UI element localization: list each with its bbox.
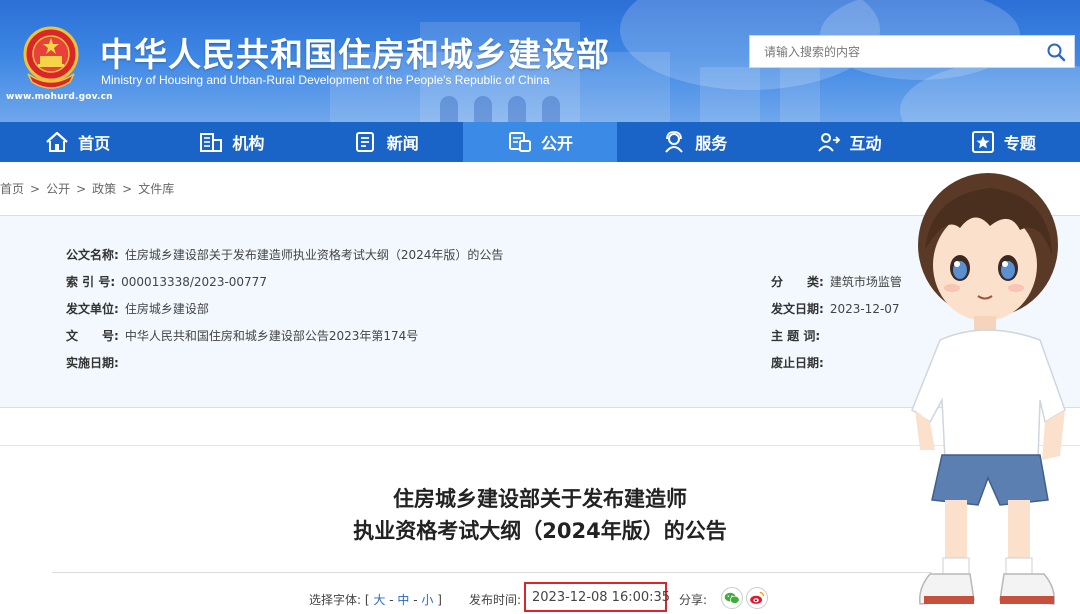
nav-item-organization[interactable]: 机构 (154, 122, 308, 162)
meta-doc-name-value: 住房城乡建设部关于发布建造师执业资格考试大纲（2024年版）的公告 (124, 248, 504, 262)
publish-label: 发布时间: (469, 593, 522, 607)
star-icon (971, 131, 994, 153)
nav-item-label: 公开 (540, 134, 573, 153)
nav-item-label: 服务 (695, 134, 728, 153)
breadcrumb: 首页 > 公开 > 政策 > 文件库 (0, 180, 174, 197)
breadcrumb-file-library[interactable]: 文件库 (138, 182, 174, 196)
nav-item-label: 互动 (849, 134, 882, 153)
font-size-label: 选择字体: (309, 593, 362, 607)
site-title: 中华人民共和国住房和城乡建设部 (100, 35, 610, 74)
wechat-share-icon[interactable] (721, 587, 743, 609)
nav-item-open[interactable]: 公开 (462, 122, 618, 162)
meta-effective-date: 实施日期: (66, 354, 125, 371)
publish-time: 2023-12-08 16:00:35 (532, 590, 671, 605)
meta-expiry-label: 废止日期: (771, 356, 824, 370)
building-icon (200, 133, 223, 152)
search-box (749, 35, 1075, 68)
font-small-link[interactable]: 小 (421, 593, 433, 607)
meta-issuer-label: 发文单位: (66, 302, 119, 316)
meta-doc-no-value: 中华人民共和国住房和城乡建设部公告2023年第174号 (124, 329, 419, 343)
service-person-icon (665, 131, 684, 153)
meta-issuer-value: 住房城乡建设部 (124, 302, 209, 316)
meta-issuer: 发文单位: 住房城乡建设部 (66, 300, 209, 317)
meta-category-label: 分 类: (771, 275, 824, 289)
meta-index: 索 引 号: 000013338/2023-00777 (66, 273, 267, 290)
document-icon (508, 132, 531, 152)
title-divider (52, 572, 932, 573)
meta-doc-no: 文 号: 中华人民共和国住房和城乡建设部公告2023年第174号 (66, 327, 418, 344)
breadcrumb-separator: > (122, 182, 133, 196)
news-icon (355, 132, 374, 152)
font-dash: - (413, 593, 418, 607)
home-icon (46, 131, 68, 152)
meta-doc-no-label: 文 号: (66, 329, 119, 343)
banner-window-decoration (440, 96, 458, 122)
font-bracket-open: [ (364, 593, 370, 607)
breadcrumb-open[interactable]: 公开 (46, 182, 70, 196)
national-emblem-icon (23, 26, 79, 89)
nav-item-interaction[interactable]: 互动 (771, 122, 925, 162)
header-banner: www.mohurd.gov.cn 中华人民共和国住房和城乡建设部 Minist… (0, 0, 1080, 122)
meta-expiry-date: 废止日期: (771, 354, 830, 371)
banner-window-decoration (474, 96, 492, 122)
weibo-share-icon[interactable] (746, 587, 768, 609)
nav-item-label: 新闻 (386, 134, 419, 153)
breadcrumb-separator: > (76, 182, 87, 196)
nav-item-topics[interactable]: 专题 (926, 122, 1080, 162)
banner-building-decoration (700, 67, 760, 122)
breadcrumb-policy[interactable]: 政策 (92, 182, 116, 196)
meta-doc-name: 公文名称: 住房城乡建设部关于发布建造师执业资格考试大纲（2024年版）的公告 (66, 246, 503, 263)
breadcrumb-home[interactable]: 首页 (0, 182, 24, 196)
main-nav: 首页 机构 新闻 公开 服务 互动 专题 (0, 122, 1080, 162)
meta-subject-label: 主 题 词: (771, 329, 821, 343)
nav-item-home[interactable]: 首页 (0, 122, 154, 162)
site-url: www.mohurd.gov.cn (6, 92, 113, 102)
meta-issue-date: 发文日期: 2023-12-07 (771, 300, 900, 317)
nav-item-news[interactable]: 新闻 (309, 122, 463, 162)
meta-index-value: 000013338/2023-00777 (121, 275, 267, 289)
share-label: 分享: (679, 593, 708, 607)
nav-item-label: 专题 (1003, 134, 1036, 153)
breadcrumb-separator: > (30, 182, 41, 196)
site-subtitle: Ministry of Housing and Urban-Rural Deve… (101, 73, 550, 87)
font-dash: - (389, 593, 394, 607)
meta-index-label: 索 引 号: (66, 275, 116, 289)
nav-item-service[interactable]: 服务 (617, 122, 771, 162)
meta-effective-label: 实施日期: (66, 356, 119, 370)
nav-item-label: 首页 (78, 134, 111, 153)
font-medium-link[interactable]: 中 (397, 593, 409, 607)
cartoon-boy-illustration (911, 173, 1066, 605)
meta-subject: 主 题 词: (771, 327, 826, 344)
meta-doc-name-label: 公文名称: (66, 248, 119, 262)
interaction-icon (817, 133, 840, 152)
nav-item-label: 机构 (232, 134, 265, 153)
meta-category: 分 类: 建筑市场监管 (771, 273, 902, 290)
font-bracket-close: ] (437, 593, 442, 607)
meta-issue-date-label: 发文日期: (771, 302, 824, 316)
banner-window-decoration (542, 96, 560, 122)
font-size-selector: 选择字体: [ 大 - 中 - 小 ] (309, 591, 442, 608)
font-large-link[interactable]: 大 (373, 593, 385, 607)
search-icon[interactable] (1046, 42, 1066, 62)
banner-window-decoration (508, 96, 526, 122)
search-input[interactable] (750, 36, 1030, 67)
